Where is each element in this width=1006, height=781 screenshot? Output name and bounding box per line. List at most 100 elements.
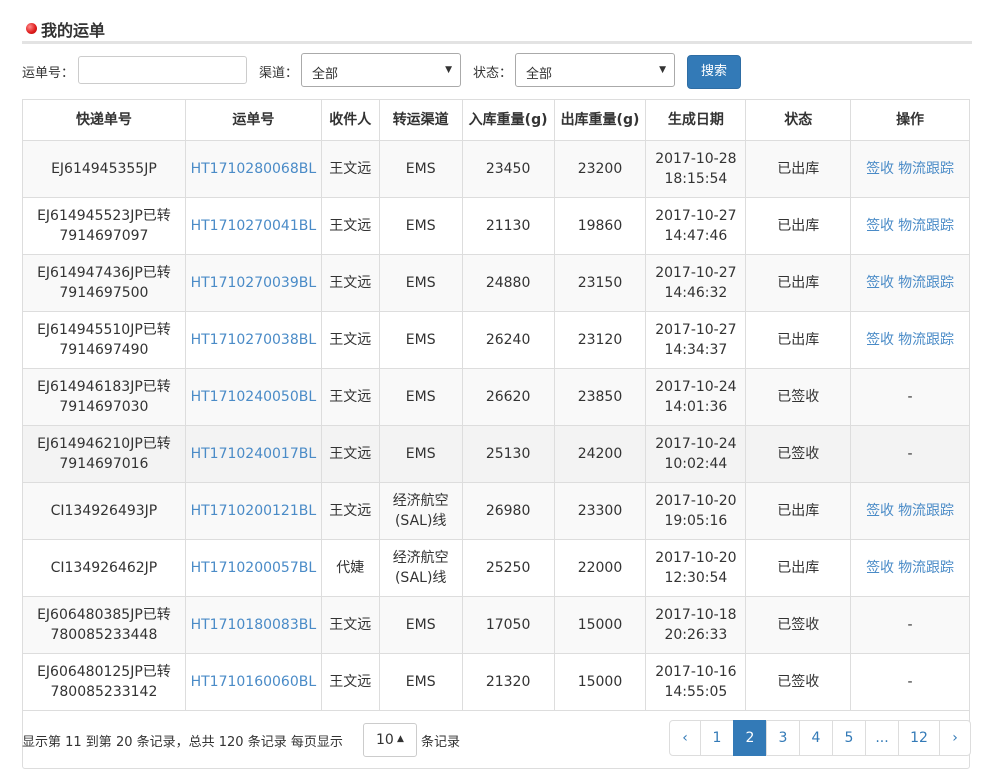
pagination-page-5[interactable]: 5 — [832, 720, 866, 756]
table-footer: 显示第 11 到第 20 条记录，总共 120 条记录 每页显示 10 ▲ 条记… — [22, 720, 971, 760]
cell-date-line2: 14:47:46 — [664, 228, 728, 244]
cell-status: 已出库 — [745, 311, 852, 369]
col-header-out-weight: 出库重量(g) — [553, 99, 647, 141]
cell-date: 2017-10-27 14:34:37 — [645, 311, 747, 369]
sign-link[interactable]: 签收 — [866, 503, 894, 519]
cell-date-line2: 14:55:05 — [664, 684, 728, 700]
waybill-link[interactable]: HT1710270039BL — [184, 254, 322, 312]
sign-link[interactable]: 签收 — [866, 560, 894, 576]
cell-channel-line1: EMS — [405, 161, 436, 177]
page-size-select[interactable]: 10 ▲ — [363, 723, 417, 757]
pagination-page-1[interactable]: 1 — [700, 720, 734, 756]
cell-status: 已出库 — [745, 482, 852, 540]
cell-express-no-line1: EJ614946210JP已转 — [37, 436, 171, 452]
cell-date: 2017-10-18 20:26:33 — [645, 596, 747, 654]
channel-label: 渠道： — [259, 66, 299, 81]
tracking-link[interactable]: 物流跟踪 — [898, 503, 954, 519]
table-row: EJ606480385JP已转 780085233448 HT1710180083B… — [22, 596, 970, 654]
cell-date-line1: 2017-10-20 — [655, 493, 737, 509]
waybill-link[interactable]: HT1710200121BL — [184, 482, 322, 540]
waybill-link[interactable]: HT1710160060BL — [184, 653, 322, 711]
cell-actions: 签收 物流跟踪 — [850, 539, 970, 597]
cell-recipient: 王文远 — [320, 197, 380, 255]
waybill-table-container: 快递单号 运单号 收件人 转运渠道 入库重量(g) 出库重量(g) 生成日期 状… — [22, 99, 970, 769]
pagination-page-2[interactable]: 2 — [733, 720, 767, 756]
cell-status: 已签收 — [745, 653, 852, 711]
cell-actions: 签收 物流跟踪 — [850, 482, 970, 540]
status-select[interactable]: 全部 ▼ — [515, 53, 675, 87]
tracking-link[interactable]: 物流跟踪 — [898, 161, 954, 177]
cell-date-line1: 2017-10-27 — [655, 322, 737, 338]
cell-express-no: EJ614946210JP已转 7914697016 — [22, 425, 186, 483]
tracking-link[interactable]: 物流跟踪 — [898, 275, 954, 291]
waybill-input[interactable] — [78, 56, 247, 84]
cell-recipient: 王文远 — [320, 368, 380, 426]
cell-express-no-line2: 7914697016 — [59, 456, 149, 472]
pagination-prev[interactable]: ‹ — [669, 720, 701, 756]
page-title: 我的运单 — [41, 21, 106, 40]
table-row: EJ614946210JP已转 7914697016 HT1710240017BL 王… — [22, 425, 970, 483]
caret-up-icon: ▲ — [397, 734, 404, 744]
cell-channel: EMS — [378, 197, 463, 255]
cell-status: 已出库 — [745, 254, 852, 312]
cell-express-no-line1: EJ614945355JP — [51, 161, 157, 177]
cell-date: 2017-10-24 10:02:44 — [645, 425, 747, 483]
cell-channel-line1: 经济航空 — [392, 550, 449, 566]
cell-date-line1: 2017-10-28 — [655, 151, 737, 167]
records-info: 显示第 11 到第 20 条记录，总共 120 条记录 每页显示 — [22, 735, 343, 750]
tracking-link[interactable]: 物流跟踪 — [898, 560, 954, 576]
table-row: EJ614946183JP已转 7914697030 HT1710240050BL 王… — [22, 368, 970, 426]
cell-express-no-line1: EJ614945523JP已转 — [37, 208, 171, 224]
pagination-ellipsis[interactable]: ... — [865, 720, 899, 756]
cell-channel: 经济航空 (SAL)线 — [378, 482, 463, 540]
sign-link[interactable]: 签收 — [866, 218, 894, 234]
col-header-status: 状态 — [745, 99, 852, 141]
cell-express-no-line1: EJ614947436JP已转 — [37, 265, 171, 281]
cell-express-no-line2: 7914697490 — [59, 342, 149, 358]
waybill-link[interactable]: HT1710200057BL — [184, 539, 322, 597]
pagination-page-3[interactable]: 3 — [766, 720, 800, 756]
cell-in-weight: 26980 — [461, 482, 555, 540]
pagination-page-4[interactable]: 4 — [799, 720, 833, 756]
cell-status: 已出库 — [745, 197, 852, 255]
waybill-link[interactable]: HT1710180083BL — [184, 596, 322, 654]
cell-recipient: 王文远 — [320, 140, 380, 198]
cell-date: 2017-10-20 19:05:16 — [645, 482, 747, 540]
table-header-row: 快递单号 运单号 收件人 转运渠道 入库重量(g) 出库重量(g) 生成日期 状… — [22, 99, 970, 141]
cell-express-no: EJ614945523JP已转 7914697097 — [22, 197, 186, 255]
sign-link[interactable]: 签收 — [866, 161, 894, 177]
cell-recipient: 王文远 — [320, 254, 380, 312]
channel-select[interactable]: 全部 ▼ — [301, 53, 461, 87]
cell-date: 2017-10-24 14:01:36 — [645, 368, 747, 426]
cell-express-no: EJ614946183JP已转 7914697030 — [22, 368, 186, 426]
table-row: EJ614947436JP已转 7914697500 HT1710270039BL 王… — [22, 254, 970, 312]
page-size-value: 10 — [376, 732, 394, 748]
pagination-next[interactable]: › — [939, 720, 971, 756]
cell-status: 已签收 — [745, 368, 852, 426]
pagination-page-12[interactable]: 12 — [898, 720, 940, 756]
cell-out-weight: 23850 — [553, 368, 647, 426]
search-button[interactable]: 搜索 — [687, 55, 741, 89]
waybill-link[interactable]: HT1710270038BL — [184, 311, 322, 369]
cell-actions: 签收 物流跟踪 — [850, 254, 970, 312]
tracking-link[interactable]: 物流跟踪 — [898, 218, 954, 234]
cell-in-weight: 23450 — [461, 140, 555, 198]
waybill-link[interactable]: HT1710240050BL — [184, 368, 322, 426]
cell-channel-line1: EMS — [405, 389, 436, 405]
sign-link[interactable]: 签收 — [866, 275, 894, 291]
cell-express-no-line1: EJ614946183JP已转 — [37, 379, 171, 395]
cell-express-no: EJ614947436JP已转 7914697500 — [22, 254, 186, 312]
waybill-link[interactable]: HT1710270041BL — [184, 197, 322, 255]
cell-out-weight: 24200 — [553, 425, 647, 483]
waybill-link[interactable]: HT1710240017BL — [184, 425, 322, 483]
cell-in-weight: 17050 — [461, 596, 555, 654]
tracking-link[interactable]: 物流跟踪 — [898, 332, 954, 348]
col-header-channel: 转运渠道 — [378, 99, 463, 141]
waybill-link[interactable]: HT1710280068BL — [184, 140, 322, 198]
cell-status: 已出库 — [745, 140, 852, 198]
sign-link[interactable]: 签收 — [866, 332, 894, 348]
table-row: EJ614945523JP已转 7914697097 HT1710270041BL 王… — [22, 197, 970, 255]
status-select-value: 全部 — [526, 67, 553, 82]
cell-date-line2: 12:30:54 — [664, 570, 728, 586]
cell-date-line1: 2017-10-27 — [655, 265, 737, 281]
